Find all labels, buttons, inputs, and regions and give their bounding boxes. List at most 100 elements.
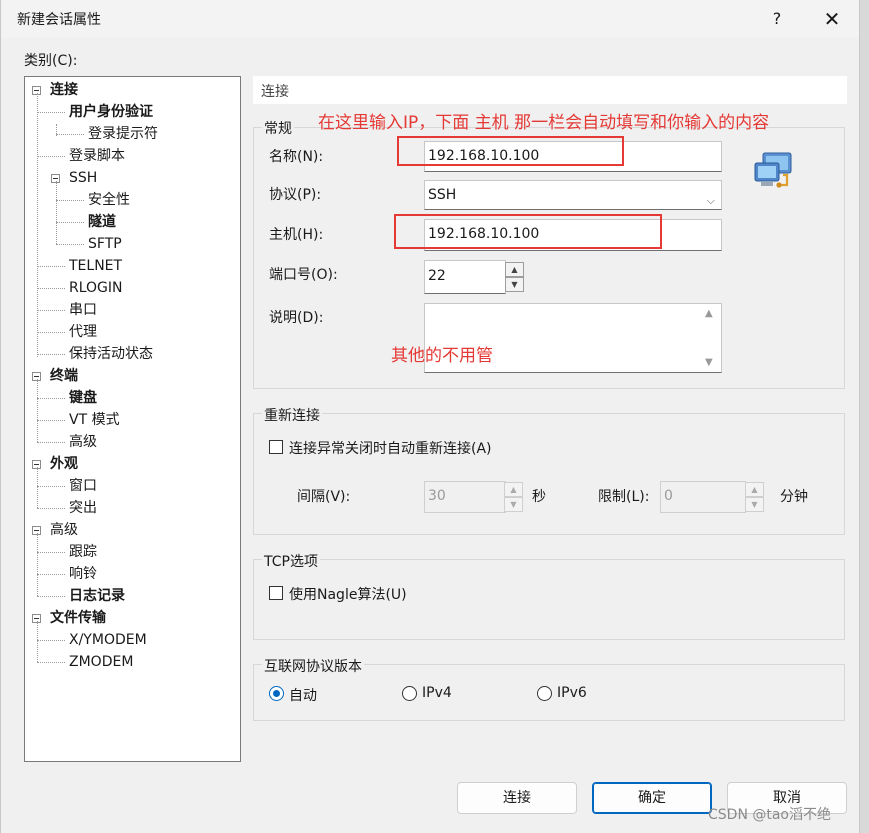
tree-item[interactable]: 响铃 xyxy=(69,564,97,584)
tree-connector xyxy=(37,552,65,553)
spin-up-icon[interactable]: ▲ xyxy=(505,262,524,277)
tree-connector xyxy=(37,332,65,333)
tree-item[interactable]: 键盘 xyxy=(69,388,97,408)
scroll-up-icon[interactable]: ▲ xyxy=(705,308,713,319)
tree-connector xyxy=(37,486,65,487)
network-computer-icon xyxy=(754,152,792,188)
tree-item[interactable]: VT 模式 xyxy=(69,410,120,430)
tree-item[interactable]: 安全性 xyxy=(88,190,130,210)
tree-item[interactable]: 跟踪 xyxy=(69,542,97,562)
scroll-down-icon[interactable]: ▼ xyxy=(705,357,713,368)
tree-guide-line xyxy=(37,621,38,662)
tree-connector xyxy=(37,508,65,509)
tree-item[interactable]: 外观 xyxy=(50,454,78,474)
spin-up-icon[interactable]: ▲ xyxy=(504,482,523,497)
tree-guide-line xyxy=(37,93,38,357)
help-button[interactable]: ? xyxy=(757,4,797,34)
tree-item[interactable]: 高级 xyxy=(69,432,97,452)
tree-item[interactable]: SFTP xyxy=(88,234,122,254)
tree-item[interactable]: 隧道 xyxy=(88,212,116,232)
interval-unit: 秒 xyxy=(532,489,546,505)
interval-value: 30 xyxy=(428,488,446,504)
desc-scrollbar[interactable]: ▲ ▼ xyxy=(702,305,720,371)
tree-item[interactable]: 代理 xyxy=(69,322,97,342)
annotation-top: 在这里输入IP，下面 主机 那一栏会自动填写和你输入的内容 xyxy=(318,113,770,133)
tree-guide-line xyxy=(56,181,57,244)
tree-item[interactable]: TELNET xyxy=(69,256,122,276)
tree-item[interactable]: 终端 xyxy=(50,366,78,386)
limit-label: 限制(L): xyxy=(598,489,650,505)
tree-connector xyxy=(37,398,65,399)
radio-ipv4-label: IPv4 xyxy=(422,685,452,701)
limit-input[interactable]: 0 xyxy=(660,481,746,513)
ok-button[interactable]: 确定 xyxy=(592,782,712,814)
radio-ipv6-label: IPv6 xyxy=(557,685,587,701)
interval-stepper[interactable]: ▲ ▼ xyxy=(504,482,523,512)
tree-item[interactable]: 登录脚本 xyxy=(69,146,125,166)
tree-connector xyxy=(37,420,65,421)
tree-guide-line xyxy=(56,124,57,136)
interval-input[interactable]: 30 xyxy=(424,481,506,513)
section-header-text: 连接 xyxy=(261,84,289,100)
limit-stepper[interactable]: ▲ ▼ xyxy=(745,482,764,512)
tree-item[interactable]: 突出 xyxy=(69,498,97,518)
annotation-middle: 其他的不用管 xyxy=(391,346,493,366)
title-bar: 新建会话属性 ? ✕ xyxy=(1,0,859,38)
watermark: CSDN @tao滔不绝 xyxy=(708,807,831,823)
port-stepper[interactable]: ▲ ▼ xyxy=(505,262,524,292)
tree-item[interactable]: ZMODEM xyxy=(69,652,133,672)
limit-value: 0 xyxy=(664,488,673,504)
tree-connector xyxy=(37,288,65,289)
tree-item[interactable]: X/YMODEM xyxy=(69,630,147,650)
tree-item[interactable]: 高级 xyxy=(50,520,78,540)
radio-ipv4[interactable] xyxy=(402,686,417,701)
radio-auto-label: 自动 xyxy=(289,688,317,704)
protocol-value: SSH xyxy=(428,187,457,203)
spin-down-icon[interactable]: ▼ xyxy=(505,277,524,292)
tree-item[interactable]: 文件传输 xyxy=(50,608,106,628)
annotation-box-host xyxy=(394,214,662,249)
tree-item[interactable]: 连接 xyxy=(50,80,78,100)
port-label: 端口号(O): xyxy=(269,267,338,283)
tree-guide-line xyxy=(37,467,38,508)
tree-connector xyxy=(56,244,84,245)
host-label: 主机(H): xyxy=(269,227,324,243)
protocol-label: 协议(P): xyxy=(269,187,322,203)
tree-connector xyxy=(37,442,65,443)
tree-item[interactable]: 用户身份验证 xyxy=(69,102,153,122)
tree-guide-line xyxy=(37,533,38,596)
desc-label: 说明(D): xyxy=(269,310,324,326)
tree-item[interactable]: 登录提示符 xyxy=(88,124,158,144)
tree-connector xyxy=(56,200,84,201)
auto-reconnect-label: 连接异常关闭时自动重新连接(A) xyxy=(289,441,492,457)
port-value: 22 xyxy=(428,268,446,284)
chevron-down-icon: ⌵ xyxy=(706,194,715,207)
tree-item[interactable]: 窗口 xyxy=(69,476,97,496)
tree-connector xyxy=(37,266,65,267)
protocol-select[interactable]: SSH ⌵ xyxy=(424,180,722,210)
tree-connector xyxy=(37,156,65,157)
annotation-box-name xyxy=(397,136,624,166)
auto-reconnect-checkbox[interactable] xyxy=(269,440,283,454)
tree-item[interactable]: 日志记录 xyxy=(69,586,125,606)
reconnect-group xyxy=(253,413,845,535)
category-label: 类别(C): xyxy=(24,53,78,69)
close-button[interactable]: ✕ xyxy=(812,4,852,34)
radio-auto[interactable] xyxy=(269,686,284,701)
spin-up-icon[interactable]: ▲ xyxy=(745,482,764,497)
connect-button[interactable]: 连接 xyxy=(457,782,577,814)
tree-connector xyxy=(37,354,65,355)
tree-item[interactable]: 串口 xyxy=(69,300,97,320)
tree-item[interactable]: RLOGIN xyxy=(69,278,123,298)
interval-label: 间隔(V): xyxy=(297,489,351,505)
nagle-checkbox[interactable] xyxy=(269,586,283,600)
tree-connector xyxy=(37,574,65,575)
port-input[interactable]: 22 xyxy=(424,260,506,294)
spin-down-icon[interactable]: ▼ xyxy=(745,497,764,512)
spin-down-icon[interactable]: ▼ xyxy=(504,497,523,512)
tree-connector xyxy=(37,112,65,113)
tree-item[interactable]: SSH xyxy=(69,168,97,188)
category-tree[interactable]: 连接 用户身份验证 登录提示符 登录脚本 SSH 安全性 隧道 SFTP TELNET RLOGI… xyxy=(24,76,241,762)
radio-ipv6[interactable] xyxy=(537,686,552,701)
tree-item[interactable]: 保持活动状态 xyxy=(69,344,153,364)
